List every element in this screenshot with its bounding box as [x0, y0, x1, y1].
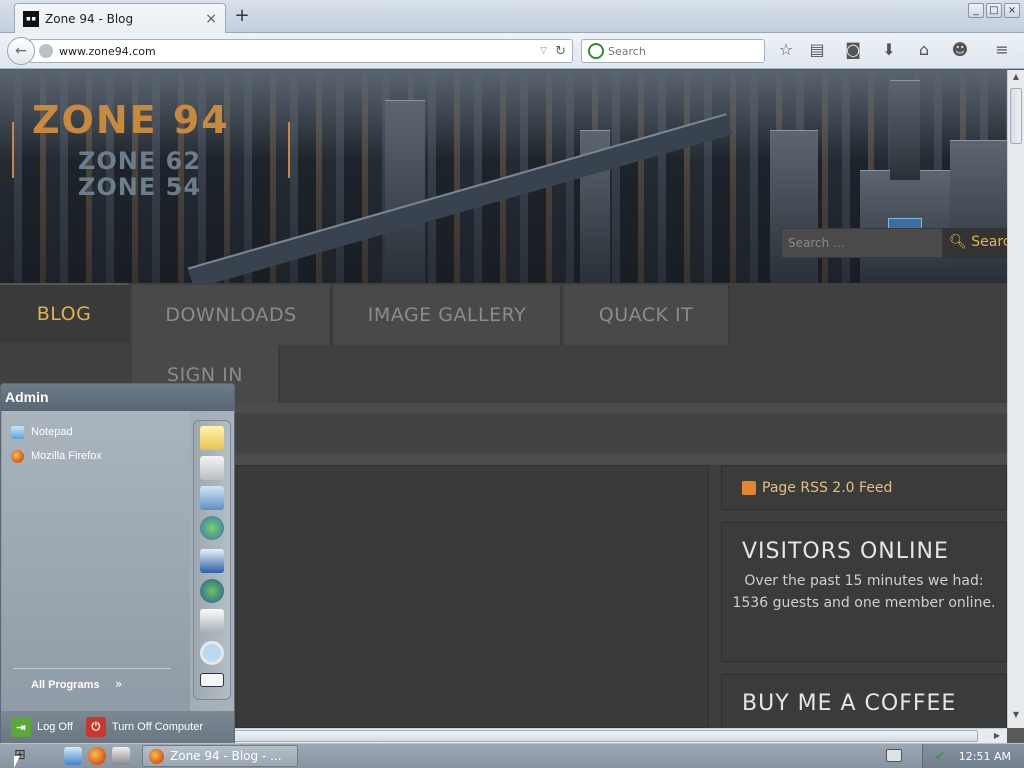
visitors-title: VISITORS ONLINE — [742, 539, 949, 564]
taskbar: ⊞ Zone 94 - Blog - ... ✔ 12:51 AM — [0, 743, 1024, 768]
minimize-button[interactable]: _ — [968, 3, 984, 18]
coffee-title: BUY ME A COFFEE — [742, 691, 957, 716]
start-menu-user: Admin — [1, 384, 234, 411]
quicklaunch-media-icon[interactable] — [112, 747, 130, 765]
site-search-input[interactable]: Search ... — [781, 228, 943, 258]
reading-list-icon[interactable]: ▤ — [807, 40, 827, 60]
control-panel-icon[interactable] — [200, 549, 224, 573]
quicklaunch-ie-icon[interactable] — [64, 747, 82, 765]
power-icon: ⏻ — [85, 717, 106, 737]
main-content-panel — [236, 465, 709, 728]
site-search-button[interactable]: 🔍︎ Search — [943, 228, 1007, 258]
download-icon[interactable]: ⬇ — [879, 40, 899, 60]
buy-coffee-box: BUY ME A COFFEE — [721, 674, 1007, 728]
program-label: Notepad — [31, 426, 73, 438]
site-logo-sub: ZONE 62 ZONE 54 — [78, 148, 201, 200]
banner-building — [385, 100, 425, 283]
network-icon[interactable] — [200, 516, 224, 540]
notepad-icon — [11, 425, 24, 439]
all-programs-button[interactable]: All Programs — [31, 679, 99, 691]
clock[interactable]: 12:51 AM — [959, 750, 1011, 763]
program-notepad[interactable]: Notepad — [11, 423, 73, 441]
globe-icon — [39, 44, 53, 58]
browser-search-placeholder: Search — [608, 44, 646, 58]
site-logo[interactable]: ZONE 94 — [32, 98, 230, 142]
recent-documents-icon[interactable] — [200, 456, 224, 480]
back-button[interactable]: ← — [7, 37, 35, 65]
maximize-button[interactable]: □ — [986, 3, 1002, 18]
banner-building — [770, 130, 818, 283]
log-off-icon: ⇥ — [11, 717, 31, 737]
turn-off-button[interactable]: ⏻ Turn Off Computer — [85, 717, 203, 737]
system-tray: ✔ 12:51 AM — [922, 744, 1024, 768]
new-tab-button[interactable]: + — [232, 7, 252, 27]
start-menu: Admin Notepad Mozilla Firefox All Progra… — [0, 383, 235, 743]
my-documents-icon[interactable] — [200, 426, 224, 450]
banner-building — [890, 80, 920, 180]
my-computer-icon[interactable] — [200, 486, 224, 510]
site-search-button-label: Search — [971, 234, 1007, 250]
banner-building — [950, 140, 1007, 283]
printer-icon[interactable] — [200, 609, 224, 633]
start-menu-separator — [13, 668, 171, 669]
url-text[interactable]: www.zone94.com — [59, 45, 540, 58]
vertical-scrollbar[interactable]: ▲ ▼ — [1007, 70, 1024, 728]
menu-item-quack-it[interactable]: QUACK IT — [564, 285, 730, 345]
scroll-up-arrow-icon[interactable]: ▲ — [1010, 72, 1022, 86]
tab-close-icon[interactable]: × — [205, 11, 217, 27]
zone94-favicon-icon: ▪▪ — [23, 10, 39, 27]
visitors-text: Over the past 15 minutes we had: 1536 gu… — [732, 573, 996, 611]
back-arrow-icon: ← — [15, 43, 27, 59]
close-window-button[interactable]: × — [1004, 3, 1020, 18]
keyboard-icon[interactable] — [886, 749, 902, 762]
menu-item-blog[interactable]: BLOG — [0, 283, 130, 343]
turn-off-label: Turn Off Computer — [111, 721, 203, 733]
bookmark-star-icon[interactable]: ☆ — [776, 40, 796, 60]
navigation-bar: www.zone94.com ▽ ↻ ← Search — [0, 33, 1024, 69]
program-label: Mozilla Firefox — [31, 450, 102, 462]
home-icon[interactable]: ⌂ — [914, 40, 934, 60]
logo-sub-line: ZONE 62 — [78, 147, 202, 175]
network-status-icon[interactable]: ✔ — [935, 749, 945, 763]
taskbar-window-button[interactable]: Zone 94 - Blog - ... — [142, 745, 298, 767]
mouse-cursor — [14, 756, 20, 768]
menu-icon[interactable]: ≡ — [992, 40, 1012, 60]
tab-bar: ▪▪ Zone 94 - Blog × + _ □ × — [0, 0, 1024, 33]
rss-link[interactable]: Page RSS 2.0 Feed — [762, 480, 892, 496]
smiley-icon[interactable]: ☻ — [950, 40, 970, 60]
visitors-online-box: VISITORS ONLINE Over the past 15 minutes… — [721, 522, 1007, 662]
reload-icon[interactable]: ↻ — [555, 44, 566, 59]
scroll-right-arrow-icon[interactable]: ▶ — [990, 729, 1004, 743]
firefox-icon — [149, 748, 164, 764]
rss-icon — [742, 480, 756, 495]
url-bar[interactable]: www.zone94.com ▽ ↻ — [30, 39, 573, 63]
menu-item-image-gallery[interactable]: IMAGE GALLERY — [334, 285, 562, 345]
logo-sub-line: ZONE 54 — [78, 173, 202, 201]
firefox-icon — [11, 449, 24, 463]
all-programs-arrow-icon[interactable]: » — [115, 677, 122, 691]
quicklaunch-firefox-icon[interactable] — [88, 747, 106, 765]
program-firefox[interactable]: Mozilla Firefox — [11, 447, 102, 465]
magnifier-icon: 🔍︎ — [949, 234, 967, 250]
scroll-down-arrow-icon[interactable]: ▼ — [1010, 710, 1022, 724]
tab-title: Zone 94 - Blog — [45, 11, 134, 26]
log-off-button[interactable]: ⇥ Log Off — [11, 717, 73, 737]
rss-box[interactable]: Page RSS 2.0 Feed — [721, 465, 1007, 510]
search-icon[interactable] — [200, 641, 224, 665]
start-menu-footer: ⇥ Log Off ⏻ Turn Off Computer — [1, 711, 234, 743]
internet-icon[interactable] — [200, 579, 224, 603]
search-engine-icon[interactable] — [588, 43, 604, 59]
run-icon[interactable] — [200, 673, 224, 687]
browser-tab[interactable]: ▪▪ Zone 94 - Blog × — [14, 3, 226, 33]
start-menu-places-pane — [193, 420, 231, 700]
history-dropdown-icon[interactable]: ▽ — [540, 46, 547, 56]
log-off-label: Log Off — [37, 721, 73, 733]
taskbar-window-label: Zone 94 - Blog - ... — [170, 749, 282, 763]
vertical-scroll-thumb[interactable] — [1010, 88, 1022, 144]
browser-search-field[interactable]: Search — [581, 39, 765, 63]
pocket-icon[interactable]: ◙ — [843, 40, 863, 60]
menu-item-downloads[interactable]: DOWNLOADS — [132, 285, 332, 345]
